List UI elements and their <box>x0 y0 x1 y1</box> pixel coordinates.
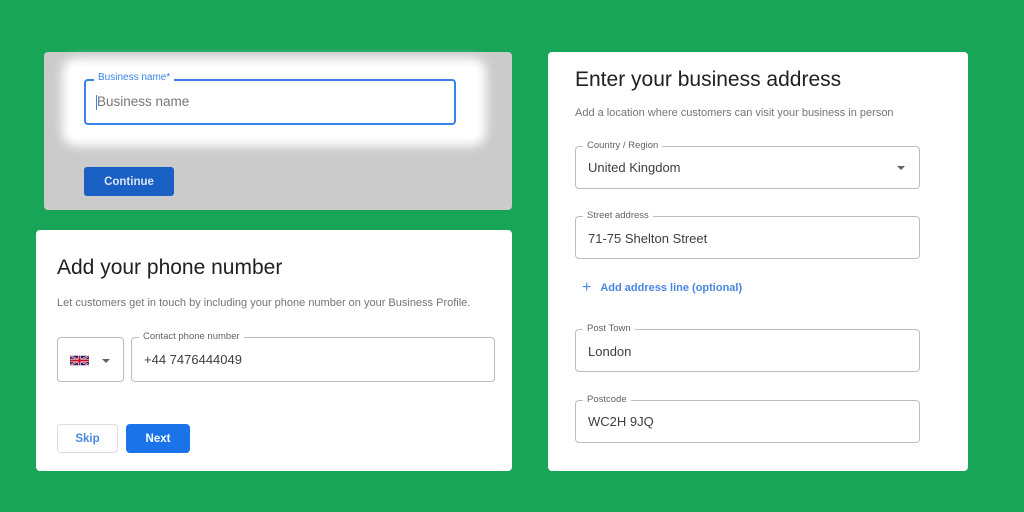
chevron-down-icon <box>102 359 110 363</box>
business-name-label: Business name* <box>94 72 175 83</box>
street-address-input[interactable]: 71-75 Shelton Street <box>588 231 707 246</box>
phone-card: Add your phone number Let customers get … <box>36 230 512 471</box>
address-card-title: Enter your business address <box>575 68 842 91</box>
continue-button[interactable]: Continue <box>84 167 174 196</box>
address-card: Enter your business address Add a locati… <box>548 52 968 471</box>
plus-icon: + <box>582 279 592 296</box>
post-town-field[interactable]: Post Town London <box>575 323 920 372</box>
street-address-label: Street address <box>583 210 653 221</box>
phone-card-subtitle: Let customers get in touch by including … <box>57 297 471 309</box>
phone-number-label: Contact phone number <box>139 331 244 342</box>
street-address-field[interactable]: Street address 71-75 Shelton Street <box>575 210 920 259</box>
post-town-input[interactable]: London <box>588 344 631 359</box>
business-name-field[interactable]: Business name* Business name <box>84 72 456 125</box>
address-card-subtitle: Add a location where customers can visit… <box>575 107 894 119</box>
postcode-input[interactable]: WC2H 9JQ <box>588 414 654 429</box>
chevron-down-icon <box>897 166 905 170</box>
phone-card-title: Add your phone number <box>57 256 283 279</box>
country-region-select[interactable]: Country / Region United Kingdom <box>575 140 920 189</box>
next-button[interactable]: Next <box>126 424 190 453</box>
country-region-label: Country / Region <box>583 140 663 151</box>
country-code-select[interactable] <box>57 337 124 382</box>
country-region-value: United Kingdom <box>588 160 681 175</box>
business-name-card: Business name* Business name Continue <box>44 52 512 210</box>
postcode-label: Postcode <box>583 394 631 405</box>
add-address-line-button[interactable]: + Add address line (optional) <box>582 280 742 296</box>
add-address-line-label: Add address line (optional) <box>600 282 743 294</box>
post-town-label: Post Town <box>583 323 635 334</box>
business-name-input[interactable]: Business name <box>95 94 189 110</box>
skip-button[interactable]: Skip <box>57 424 118 453</box>
postcode-field[interactable]: Postcode WC2H 9JQ <box>575 394 920 443</box>
phone-number-field[interactable]: Contact phone number +44 7476444049 <box>131 331 495 382</box>
phone-number-input[interactable]: +44 7476444049 <box>144 352 242 367</box>
uk-flag-icon <box>70 355 89 366</box>
